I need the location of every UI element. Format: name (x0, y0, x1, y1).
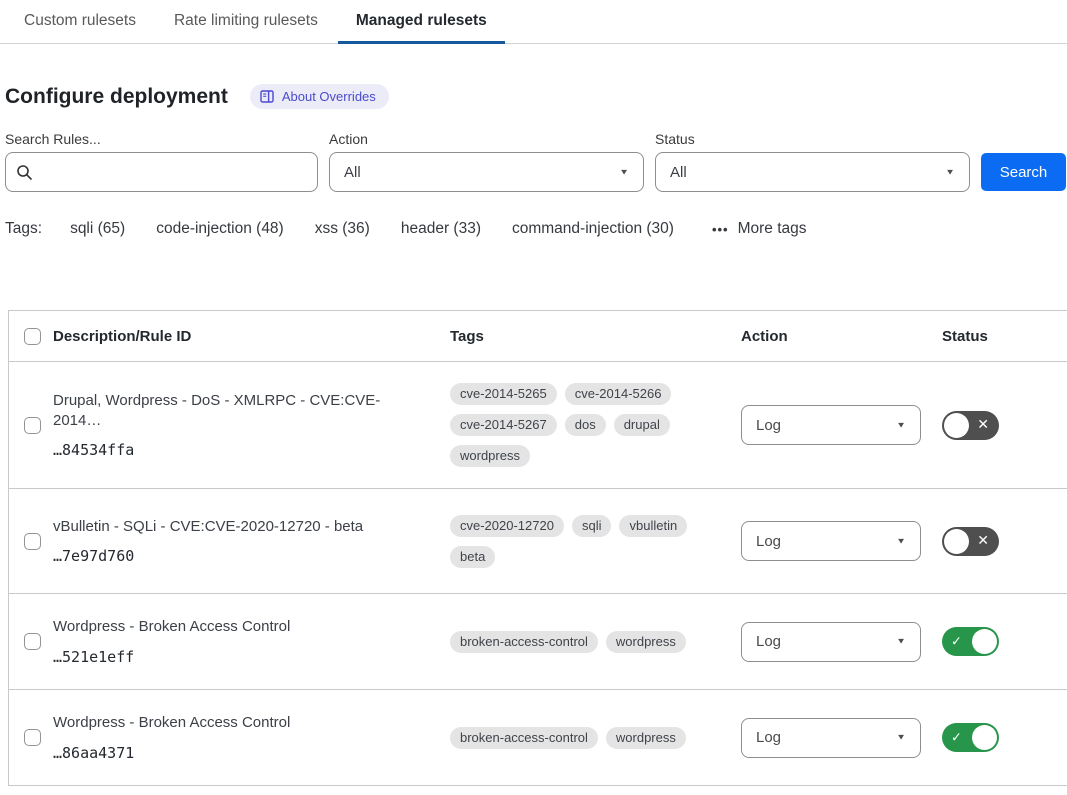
toggle-knob (972, 725, 997, 750)
search-rules-label: Search Rules... (5, 131, 318, 147)
ruleset-tabbar: Custom rulesets Rate limiting rulesets M… (0, 0, 1067, 44)
search-rules-input[interactable] (41, 164, 307, 181)
tag-pill: vbulletin (619, 515, 687, 537)
action-filter-select[interactable]: All ▼ (329, 152, 644, 192)
action-filter-value: All (344, 164, 361, 181)
page-title: Configure deployment (5, 85, 228, 109)
toggle-off-icon: ✕ (977, 532, 989, 549)
rule-id: …521e1eff (53, 648, 426, 666)
rule-id: …7e97d760 (53, 547, 426, 565)
select-all-checkbox[interactable] (24, 328, 41, 345)
rule-action-value: Log (756, 729, 781, 746)
ellipsis-icon: ••• (712, 222, 729, 237)
tag-pill: wordpress (606, 727, 686, 749)
tag-pill: beta (450, 546, 495, 568)
row-checkbox[interactable] (24, 729, 41, 746)
search-button[interactable]: Search (981, 153, 1066, 191)
rule-action-select[interactable]: Log ▼ (741, 622, 921, 662)
rule-action-select[interactable]: Log ▼ (741, 718, 921, 758)
tag-pill: drupal (614, 414, 670, 436)
about-overrides-badge[interactable]: About Overrides (250, 84, 389, 109)
toggle-knob (944, 529, 969, 554)
tag-pill: cve-2020-12720 (450, 515, 564, 537)
toggle-on-icon: ✓ (951, 729, 962, 745)
chevron-down-icon: ▼ (619, 168, 629, 177)
rule-action-select[interactable]: Log ▼ (741, 405, 921, 445)
row-checkbox[interactable] (24, 633, 41, 650)
rule-action-value: Log (756, 417, 781, 434)
book-icon (260, 90, 275, 104)
tag-pill: cve-2014-5265 (450, 383, 557, 405)
rule-id: …84534ffa (53, 441, 426, 459)
chevron-down-icon: ▼ (945, 168, 955, 177)
tag-filter-command-injection[interactable]: command-injection (30) (512, 220, 674, 238)
tag-pill: cve-2014-5266 (565, 383, 672, 405)
status-filter-label: Status (655, 131, 970, 147)
status-toggle[interactable]: ✓ (942, 627, 999, 656)
managed-rules-table: Description/Rule ID Tags Action Status D… (8, 310, 1067, 786)
tag-pill: dos (565, 414, 606, 436)
toggle-on-icon: ✓ (951, 633, 962, 649)
toggle-knob (944, 413, 969, 438)
table-row: Wordpress - Broken Access Control …86aa4… (9, 690, 1067, 786)
action-filter-label: Action (329, 131, 644, 147)
chevron-down-icon: ▼ (896, 537, 906, 546)
table-header-row: Description/Rule ID Tags Action Status (9, 311, 1067, 362)
search-icon (16, 164, 33, 181)
chevron-down-icon: ▼ (896, 637, 906, 646)
table-row: vBulletin - SQLi - CVE:CVE-2020-12720 - … (9, 489, 1067, 594)
rule-description: Drupal, Wordpress - DoS - XMLRPC - CVE:C… (53, 391, 426, 430)
status-filter-value: All (670, 164, 687, 181)
row-checkbox[interactable] (24, 417, 41, 434)
rule-description: vBulletin - SQLi - CVE:CVE-2020-12720 - … (53, 517, 426, 537)
col-status: Status (942, 328, 1067, 345)
tab-managed-rulesets[interactable]: Managed rulesets (338, 0, 505, 43)
toggle-knob (972, 629, 997, 654)
col-action: Action (741, 328, 942, 345)
tab-custom-rulesets[interactable]: Custom rulesets (6, 0, 154, 43)
filter-bar: Search Rules... Action All ▼ Status All … (5, 131, 1067, 192)
rule-description: Wordpress - Broken Access Control (53, 617, 426, 637)
tag-pill: sqli (572, 515, 612, 537)
rule-action-value: Log (756, 533, 781, 550)
tag-pill: broken-access-control (450, 727, 598, 749)
rule-description: Wordpress - Broken Access Control (53, 713, 426, 733)
status-toggle[interactable]: ✕ (942, 527, 999, 556)
chevron-down-icon: ▼ (896, 733, 906, 742)
tag-pill: wordpress (606, 631, 686, 653)
tag-filter-xss[interactable]: xss (36) (315, 220, 370, 238)
tab-rate-limiting-rulesets[interactable]: Rate limiting rulesets (156, 0, 336, 43)
search-rules-inputbox[interactable] (5, 152, 318, 192)
status-filter-select[interactable]: All ▼ (655, 152, 970, 192)
tags-label: Tags: (5, 220, 42, 238)
row-checkbox[interactable] (24, 533, 41, 550)
tags-bar: Tags: sqli (65) code-injection (48) xss … (5, 220, 1067, 238)
toggle-off-icon: ✕ (977, 416, 989, 433)
table-row: Drupal, Wordpress - DoS - XMLRPC - CVE:C… (9, 362, 1067, 489)
tag-filter-header[interactable]: header (33) (401, 220, 481, 238)
page-header: Configure deployment About Overrides (5, 84, 1067, 109)
rule-action-select[interactable]: Log ▼ (741, 521, 921, 561)
chevron-down-icon: ▼ (896, 421, 906, 430)
tag-filter-code-injection[interactable]: code-injection (48) (156, 220, 284, 238)
col-description: Description/Rule ID (53, 328, 450, 345)
tag-pill: cve-2014-5267 (450, 414, 557, 436)
tag-pill: broken-access-control (450, 631, 598, 653)
more-tags-button[interactable]: ••• More tags (712, 220, 807, 238)
table-row: Wordpress - Broken Access Control …521e1… (9, 594, 1067, 690)
tag-pill: wordpress (450, 445, 530, 467)
status-toggle[interactable]: ✕ (942, 411, 999, 440)
tag-filter-sqli[interactable]: sqli (65) (70, 220, 125, 238)
more-tags-label: More tags (738, 220, 807, 238)
col-tags: Tags (450, 328, 741, 345)
rule-id: …86aa4371 (53, 744, 426, 762)
about-overrides-label: About Overrides (282, 89, 376, 104)
rule-action-value: Log (756, 633, 781, 650)
status-toggle[interactable]: ✓ (942, 723, 999, 752)
